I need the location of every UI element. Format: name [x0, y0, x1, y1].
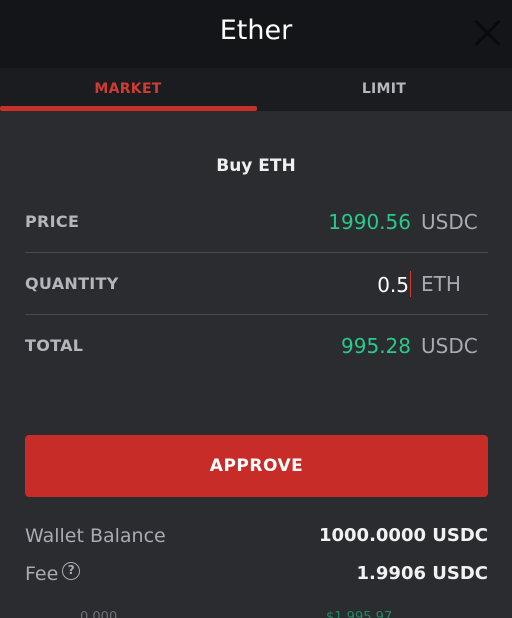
price-unit: USDC [421, 210, 478, 234]
wallet-balance-label: Wallet Balance [25, 525, 166, 547]
fee-label-group: Fee? [25, 559, 81, 589]
price-label: PRICE [25, 212, 80, 231]
modal-header: Ether [0, 0, 512, 68]
quantity-row: QUANTITY ETH [25, 253, 488, 315]
fee-value: 1.9906 USDC [356, 563, 488, 584]
close-icon[interactable] [472, 18, 502, 48]
total-label: TOTAL [25, 336, 84, 355]
quantity-input[interactable] [291, 270, 411, 300]
wallet-balance-row: Wallet Balance 1000.0000 USDC [25, 521, 488, 551]
total-unit: USDC [421, 334, 478, 358]
text-caret [410, 271, 411, 297]
tab-limit[interactable]: LIMIT [256, 68, 512, 112]
quantity-unit: ETH [421, 272, 461, 296]
price-row: PRICE 1990.56 USDC [25, 191, 488, 253]
order-title: Buy ETH [216, 156, 296, 176]
price-value: 1990.56 [328, 210, 411, 234]
total-value: 995.28 [341, 334, 411, 358]
fee-label: Fee [25, 563, 59, 585]
peek-value-right: $1,995.97 [326, 610, 393, 618]
total-row: TOTAL 995.28 USDC [25, 315, 488, 377]
peek-value-left: 0.000 [80, 610, 118, 618]
active-tab-indicator [0, 106, 257, 111]
modal-title: Ether [219, 15, 293, 46]
quantity-label: QUANTITY [25, 274, 119, 293]
wallet-balance-value: 1000.0000 USDC [318, 525, 488, 546]
help-circle-icon[interactable]: ? [62, 562, 81, 580]
approve-button[interactable]: APPROVE [25, 435, 488, 497]
fee-row: Fee? 1.9906 USDC [25, 559, 488, 589]
